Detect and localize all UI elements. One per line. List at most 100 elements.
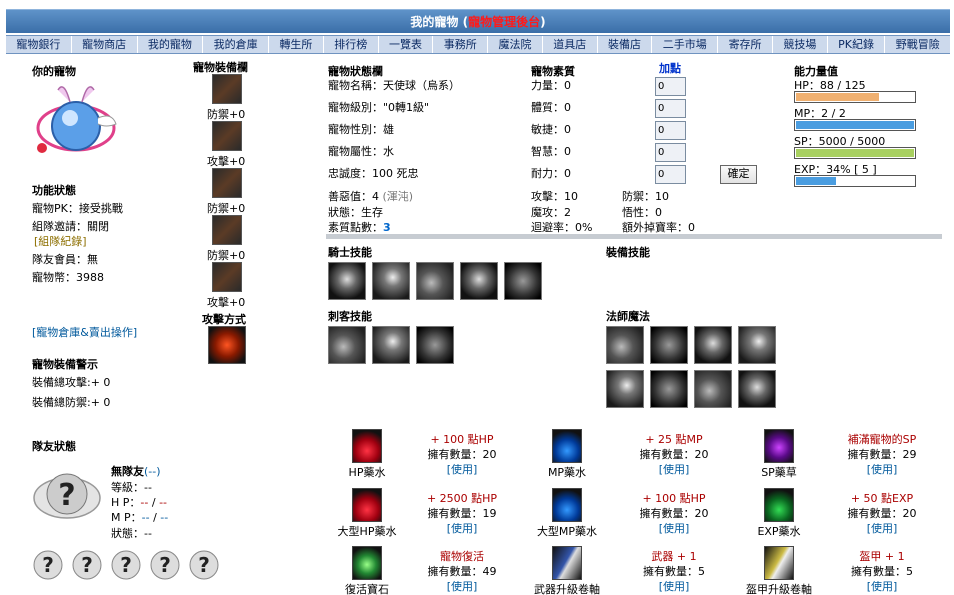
team-member-hp: H P：-- / -- bbox=[111, 496, 168, 509]
nav-my-warehouse[interactable]: 我的倉庫 bbox=[203, 36, 270, 53]
svg-text:?: ? bbox=[159, 553, 171, 577]
nav-item-shop[interactable]: 道具店 bbox=[543, 36, 598, 53]
sword-icon[interactable] bbox=[212, 262, 242, 292]
item-use-button[interactable]: [使用] bbox=[412, 520, 512, 536]
weapon-icon[interactable] bbox=[212, 121, 242, 151]
mage-skill-icon[interactable] bbox=[650, 370, 688, 408]
team-record-link[interactable]: [組隊紀錄] bbox=[34, 233, 87, 249]
item-effect: + 2500 點HP bbox=[426, 492, 498, 505]
item-use-button[interactable]: [使用] bbox=[832, 461, 932, 477]
stat-intellect: 悟性：0 bbox=[622, 206, 662, 219]
confirm-button[interactable]: 確定 bbox=[720, 165, 757, 184]
equip-slot-label: 攻擊+0 bbox=[207, 155, 246, 168]
nav-office[interactable]: 事務所 bbox=[433, 36, 489, 53]
assassin-skill-icon[interactable] bbox=[372, 326, 410, 364]
knight-skill-icon[interactable] bbox=[504, 262, 542, 300]
hp-potion-icon[interactable] bbox=[352, 488, 382, 522]
assassin-skill-icon[interactable] bbox=[328, 326, 366, 364]
agility-input[interactable] bbox=[655, 121, 686, 140]
mage-skill-icon[interactable] bbox=[694, 370, 732, 408]
endurance-input[interactable] bbox=[655, 165, 686, 184]
pk-status: 寵物PK：接受挑戰 bbox=[32, 202, 123, 215]
item-effect: 盔甲 + 1 bbox=[859, 550, 905, 563]
item-effect: + 25 點MP bbox=[645, 433, 703, 446]
mage-skill-icon[interactable] bbox=[738, 326, 776, 364]
mage-skill-icon[interactable] bbox=[606, 326, 644, 364]
constitution-input[interactable] bbox=[655, 99, 686, 118]
unknown-member-icon: ? bbox=[189, 550, 219, 580]
mage-skill-icon[interactable] bbox=[650, 326, 688, 364]
item-name: 復活寶石 bbox=[345, 583, 389, 595]
warehouse-sell-link[interactable]: [寵物倉庫&賣出操作] bbox=[32, 324, 137, 340]
knight-skill-icon[interactable] bbox=[416, 262, 454, 300]
pet-state: 狀態：生存 bbox=[328, 206, 383, 219]
mp-potion-icon[interactable] bbox=[552, 429, 582, 463]
attack-mode-icon[interactable] bbox=[208, 326, 246, 364]
nav-ranking[interactable]: 排行榜 bbox=[324, 36, 379, 53]
item-use-button[interactable]: [使用] bbox=[624, 520, 724, 536]
mp-bar bbox=[794, 119, 916, 131]
unknown-member-icon: ? bbox=[72, 550, 102, 580]
nav-rebirth[interactable]: 轉生所 bbox=[269, 36, 324, 53]
nav-pet-bank[interactable]: 寵物銀行 bbox=[6, 36, 72, 53]
knight-skill-icon[interactable] bbox=[372, 262, 410, 300]
pet-level: 寵物級別："0轉1級" bbox=[328, 101, 430, 114]
svg-text:?: ? bbox=[198, 553, 210, 577]
assassin-skill-icon[interactable] bbox=[416, 326, 454, 364]
stat-wisdom: 智慧：0 bbox=[531, 145, 571, 158]
nav-magic-academy[interactable]: 魔法院 bbox=[488, 36, 543, 53]
item-count: 擁有數量：20 bbox=[847, 507, 917, 520]
item-use-button[interactable]: [使用] bbox=[832, 520, 932, 536]
team-member-status: 隊友會員：無 bbox=[32, 253, 98, 266]
team-member-state: 狀態：-- bbox=[111, 527, 152, 540]
item-name: 盔甲升級卷軸 bbox=[746, 583, 812, 595]
team-member-name: 無隊友(--) bbox=[111, 465, 161, 478]
item-use-button[interactable]: [使用] bbox=[412, 461, 512, 477]
boots-icon[interactable] bbox=[212, 215, 242, 245]
nav-my-pet[interactable]: 我的寵物 bbox=[138, 36, 204, 53]
nav-field-adventure[interactable]: 野戰冒險 bbox=[885, 36, 950, 53]
mp-potion-icon[interactable] bbox=[552, 488, 582, 522]
nav-pet-shop[interactable]: 寵物商店 bbox=[72, 36, 138, 53]
strength-input[interactable] bbox=[655, 77, 686, 96]
weapon-scroll-icon[interactable] bbox=[552, 546, 582, 580]
knight-skill-icon[interactable] bbox=[460, 262, 498, 300]
nav-pk-record[interactable]: PK紀錄 bbox=[828, 36, 886, 53]
svg-text:?: ? bbox=[120, 553, 132, 577]
svg-text:?: ? bbox=[81, 553, 93, 577]
item-effect: + 50 點EXP bbox=[850, 492, 914, 505]
armor-icon[interactable] bbox=[212, 168, 242, 198]
item-effect: + 100 點HP bbox=[642, 492, 706, 505]
nav-overview[interactable]: 一覽表 bbox=[379, 36, 434, 53]
item-use-button[interactable]: [使用] bbox=[832, 578, 932, 594]
knight-skill-icon[interactable] bbox=[328, 262, 366, 300]
svg-text:?: ? bbox=[58, 478, 75, 513]
item-name: MP藥水 bbox=[547, 466, 587, 479]
nav-second-hand[interactable]: 二手市場 bbox=[652, 36, 719, 53]
team-member-mp: M P：-- / -- bbox=[111, 511, 169, 524]
item-use-button[interactable]: [使用] bbox=[624, 578, 724, 594]
hp-potion-icon[interactable] bbox=[352, 429, 382, 463]
knight-skills-title: 騎士技能 bbox=[328, 246, 372, 259]
nav-arena[interactable]: 競技場 bbox=[773, 36, 828, 53]
svg-text:?: ? bbox=[42, 553, 54, 577]
armor-scroll-icon[interactable] bbox=[764, 546, 794, 580]
item-use-button[interactable]: [使用] bbox=[412, 578, 512, 594]
stat-defense: 防禦：10 bbox=[622, 190, 669, 203]
equip-total-attack: 裝備總攻擊:+ 0 bbox=[32, 376, 111, 389]
nav-storage[interactable]: 寄存所 bbox=[718, 36, 773, 53]
nav-equip-shop[interactable]: 裝備店 bbox=[598, 36, 653, 53]
equip-skills-title: 裝備技能 bbox=[606, 246, 650, 259]
revive-stone-icon[interactable] bbox=[352, 546, 382, 580]
wisdom-input[interactable] bbox=[655, 143, 686, 162]
helmet-icon[interactable] bbox=[212, 74, 242, 104]
item-count: 擁有數量：49 bbox=[427, 565, 497, 578]
attack-mode-title: 攻擊方式 bbox=[202, 313, 246, 326]
mage-skill-icon[interactable] bbox=[738, 370, 776, 408]
item-use-button[interactable]: [使用] bbox=[624, 461, 724, 477]
herb-icon[interactable] bbox=[764, 429, 794, 463]
exp-potion-icon[interactable] bbox=[764, 488, 794, 522]
mage-skill-icon[interactable] bbox=[606, 370, 644, 408]
mage-skill-icon[interactable] bbox=[694, 326, 732, 364]
hp-bar-fill bbox=[796, 93, 880, 101]
